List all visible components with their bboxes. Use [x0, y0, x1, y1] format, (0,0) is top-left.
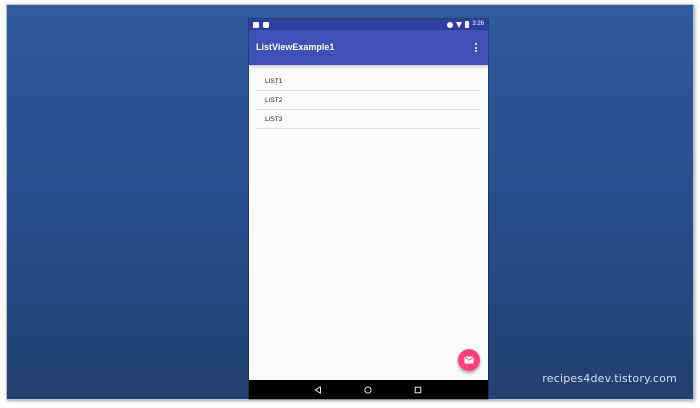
menu-dot [475, 46, 477, 49]
home-button[interactable] [358, 380, 378, 399]
list-item[interactable]: LIST2 [256, 91, 481, 110]
email-icon [464, 356, 474, 364]
home-icon [364, 385, 372, 394]
navigation-bar [249, 380, 488, 399]
email-fab-button[interactable] [458, 349, 480, 371]
list-item[interactable]: LIST1 [256, 72, 481, 91]
back-icon [314, 385, 321, 394]
phone-screen: 3:26 ListViewExample1 LIST1 LIST2 LIST3 [249, 19, 488, 399]
status-bar: 3:26 [249, 19, 488, 30]
list-view[interactable]: LIST1 LIST2 LIST3 [256, 72, 481, 129]
do-not-disturb-icon [447, 21, 454, 28]
menu-dot [475, 50, 477, 52]
watermark-text: recipes4dev.tistory.com [542, 372, 677, 385]
sd-card-icon [263, 21, 269, 28]
slide-background: 3:26 ListViewExample1 LIST1 LIST2 LIST3 [6, 4, 694, 400]
list-item[interactable]: LIST3 [256, 110, 481, 129]
recents-button[interactable] [408, 380, 428, 399]
wifi-icon [456, 21, 463, 28]
app-title: ListViewExample1 [256, 42, 335, 52]
more-vertical-icon[interactable] [472, 41, 480, 54]
battery-icon [465, 21, 470, 28]
app-bar: ListViewExample1 [249, 30, 488, 65]
recents-icon [414, 386, 422, 393]
status-system: 3:26 [447, 19, 484, 30]
status-time: 3:26 [472, 21, 484, 27]
notification-icon [253, 21, 259, 28]
status-notifications [253, 19, 269, 30]
menu-dot [475, 43, 477, 45]
back-button[interactable] [308, 380, 328, 399]
